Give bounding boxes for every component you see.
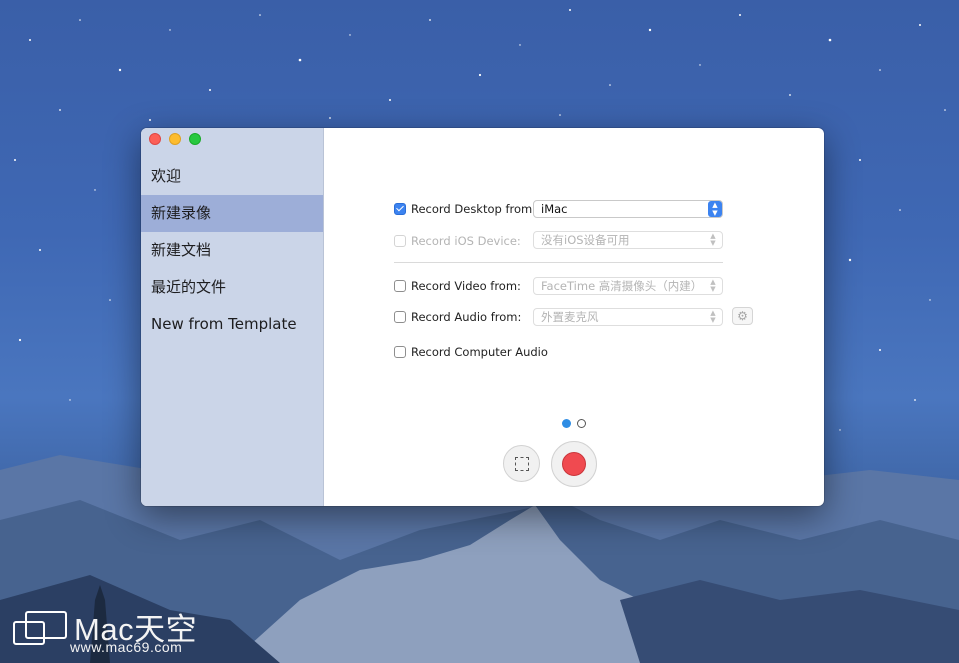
select-arrows-icon: ▲ ▼: [710, 278, 716, 293]
sidebar-item-new-recording[interactable]: 新建录像: [141, 195, 323, 232]
options-divider: [394, 262, 723, 263]
ios-device-select[interactable]: 没有iOS设备可用 ▲ ▼: [533, 231, 723, 249]
video-source-value: FaceTime 高清摄像头（内建）: [541, 279, 703, 293]
sidebar-nav: 欢迎 新建录像 新建文档 最近的文件 New from Template: [141, 158, 323, 343]
window-controls: [149, 133, 201, 145]
page-dot-2[interactable]: [577, 419, 586, 428]
desktop-source-value: iMac: [541, 202, 568, 216]
sidebar-item-new-document[interactable]: 新建文档: [141, 232, 323, 269]
video-source-select[interactable]: FaceTime 高清摄像头（内建） ▲ ▼: [533, 277, 723, 295]
page-indicator: [562, 419, 586, 428]
record-computer-audio-checkbox[interactable]: [394, 346, 406, 358]
zoom-icon[interactable]: [189, 133, 201, 145]
sidebar-item-recent-files[interactable]: 最近的文件: [141, 269, 323, 306]
recording-options-panel: Record Desktop from: iMac ▲ ▼ Record iOS …: [324, 128, 824, 506]
record-audio-label: Record Audio from:: [411, 310, 522, 324]
sidebar: 欢迎 新建录像 新建文档 最近的文件 New from Template: [141, 128, 324, 506]
audio-source-select[interactable]: 外置麦克风 ▲ ▼: [533, 308, 723, 326]
record-desktop-label: Record Desktop from:: [411, 202, 537, 216]
record-ios-row: Record iOS Device:: [394, 234, 521, 248]
watermark: Mac天空 www.mac69.com: [12, 610, 197, 655]
record-desktop-checkbox[interactable]: [394, 203, 406, 215]
watermark-url: www.mac69.com: [70, 639, 183, 655]
record-video-row: Record Video from:: [394, 279, 521, 293]
record-computer-audio-row: Record Computer Audio: [394, 345, 548, 359]
area-select-icon: [514, 456, 529, 471]
select-arrows-icon: ▲ ▼: [708, 201, 722, 217]
record-audio-checkbox[interactable]: [394, 311, 406, 323]
record-icon: [562, 452, 586, 476]
audio-source-value: 外置麦克风: [541, 310, 599, 324]
ios-device-value: 没有iOS设备可用: [541, 233, 630, 247]
record-ios-label: Record iOS Device:: [411, 234, 521, 248]
area-select-button[interactable]: [503, 445, 540, 482]
select-arrows-icon: ▲ ▼: [710, 309, 716, 324]
record-video-checkbox[interactable]: [394, 280, 406, 292]
record-button[interactable]: [551, 441, 597, 487]
app-window: 欢迎 新建录像 新建文档 最近的文件 New from Template Rec…: [141, 128, 824, 506]
minimize-icon[interactable]: [169, 133, 181, 145]
select-arrows-icon: ▲ ▼: [710, 232, 716, 247]
monitor-logo-icon: [13, 611, 67, 645]
record-ios-checkbox[interactable]: [394, 235, 406, 247]
sidebar-item-welcome[interactable]: 欢迎: [141, 158, 323, 195]
sidebar-item-new-from-template[interactable]: New from Template: [141, 306, 323, 343]
desktop-source-select[interactable]: iMac ▲ ▼: [533, 200, 723, 218]
record-video-label: Record Video from:: [411, 279, 521, 293]
record-computer-audio-label: Record Computer Audio: [411, 345, 548, 359]
gear-icon[interactable]: ⚙: [732, 307, 753, 325]
page-dot-1[interactable]: [562, 419, 571, 428]
record-audio-row: Record Audio from:: [394, 310, 521, 324]
close-icon[interactable]: [149, 133, 161, 145]
record-desktop-row: Record Desktop from:: [394, 202, 536, 216]
